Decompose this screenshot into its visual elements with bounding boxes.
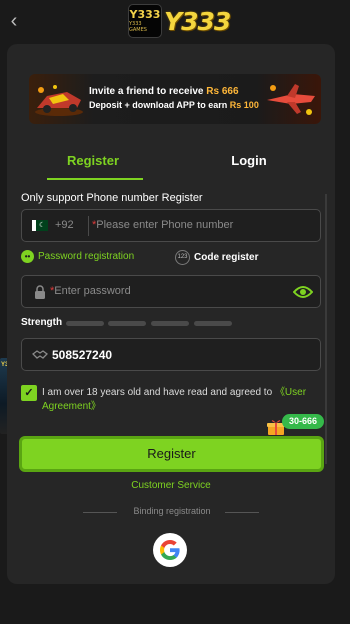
password-placeholder-text: Enter password (54, 285, 131, 297)
country-code[interactable]: +92 (55, 219, 74, 231)
strength-bar (151, 321, 189, 326)
binding-registration-label: Binding registration (133, 506, 211, 516)
customer-service-link[interactable]: Customer Service (7, 480, 335, 491)
google-icon (160, 540, 180, 560)
tab-login[interactable]: Login (167, 150, 331, 172)
logo-badge-subtext: Y333 GAMES (129, 21, 147, 33)
lock-icon (35, 285, 45, 299)
agreement-statement: I am over 18 years old and have read and… (42, 387, 273, 398)
banner-line2: Deposit + download APP to earn Rs 100 (89, 99, 259, 111)
promo-badge[interactable]: 30-666 (282, 414, 324, 429)
agreement-text: I am over 18 years old and have read and… (42, 386, 324, 414)
google-login-button[interactable] (153, 533, 187, 567)
phone-field[interactable]: ☾ +92 *Please enter Phone number (21, 209, 321, 242)
race-car-icon (35, 85, 83, 116)
numeric-code-icon: 123 (175, 250, 190, 265)
register-button[interactable]: Register (19, 436, 324, 472)
code-register-label: Code register (194, 252, 259, 263)
banner-line2-amount: Rs 100 (229, 100, 259, 110)
strength-bar (66, 321, 104, 326)
strength-bar (194, 321, 232, 326)
password-dots-icon: •• (21, 250, 34, 263)
password-placeholder: *Enter password (50, 285, 131, 297)
strength-bar (108, 321, 146, 326)
agreement-row: ✓ I am over 18 years old and have read a… (21, 385, 321, 415)
registration-method-options: •• Password registration 123 Code regist… (21, 248, 321, 268)
password-registration-option[interactable]: •• Password registration (21, 250, 134, 263)
logo-badge-text: Y333 (129, 8, 161, 21)
divider-line (83, 512, 117, 513)
tab-register[interactable]: Register (11, 150, 175, 172)
auth-tabs: Register Login (7, 150, 335, 184)
code-register-option[interactable]: 123 Code register (175, 250, 258, 265)
banner-line1-amount: Rs 666 (206, 86, 239, 97)
password-field[interactable]: *Enter password (21, 275, 321, 308)
password-strength: Strength (21, 317, 321, 331)
crescent-icon: ☾ (39, 222, 46, 229)
phone-placeholder-text: Please enter Phone number (96, 219, 234, 231)
banner-line1-text: Invite a friend to receive (89, 86, 204, 97)
invite-code-field[interactable]: 508527240 (21, 338, 321, 371)
agree-checkbox[interactable]: ✓ (21, 385, 37, 401)
banner-line1: Invite a friend to receive Rs 666 (89, 86, 239, 98)
active-tab-indicator (47, 178, 143, 180)
binding-registration-divider: Binding registration (83, 506, 259, 518)
logo-text: Y333 (164, 6, 231, 36)
chevron-left-icon: ‹ (10, 10, 18, 32)
top-bar: ‹ Y333 Y333 GAMES Y333 (0, 0, 350, 42)
pakistan-flag-icon: ☾ (32, 220, 48, 231)
logo-badge: Y333 Y333 GAMES (128, 4, 162, 38)
strength-label: Strength (21, 317, 63, 328)
scrollbar[interactable] (325, 194, 327, 464)
register-modal: Invite a friend to receive Rs 666 Deposi… (7, 44, 335, 584)
handshake-icon (32, 350, 48, 359)
logo: Y333 Y333 GAMES Y333 (128, 4, 231, 38)
divider (88, 216, 89, 236)
divider-line (225, 512, 259, 513)
banner-line2-text: Deposit + download APP to earn (89, 100, 228, 110)
invite-code-value: 508527240 (52, 348, 113, 362)
eye-icon[interactable] (293, 285, 313, 299)
back-button[interactable]: ‹ (4, 10, 24, 32)
invite-banner[interactable]: Invite a friend to receive Rs 666 Deposi… (29, 74, 321, 124)
phone-only-label: Only support Phone number Register (21, 192, 203, 204)
phone-placeholder: *Please enter Phone number (92, 219, 234, 231)
password-registration-label: Password registration (38, 251, 135, 262)
plane-icon (267, 84, 315, 115)
